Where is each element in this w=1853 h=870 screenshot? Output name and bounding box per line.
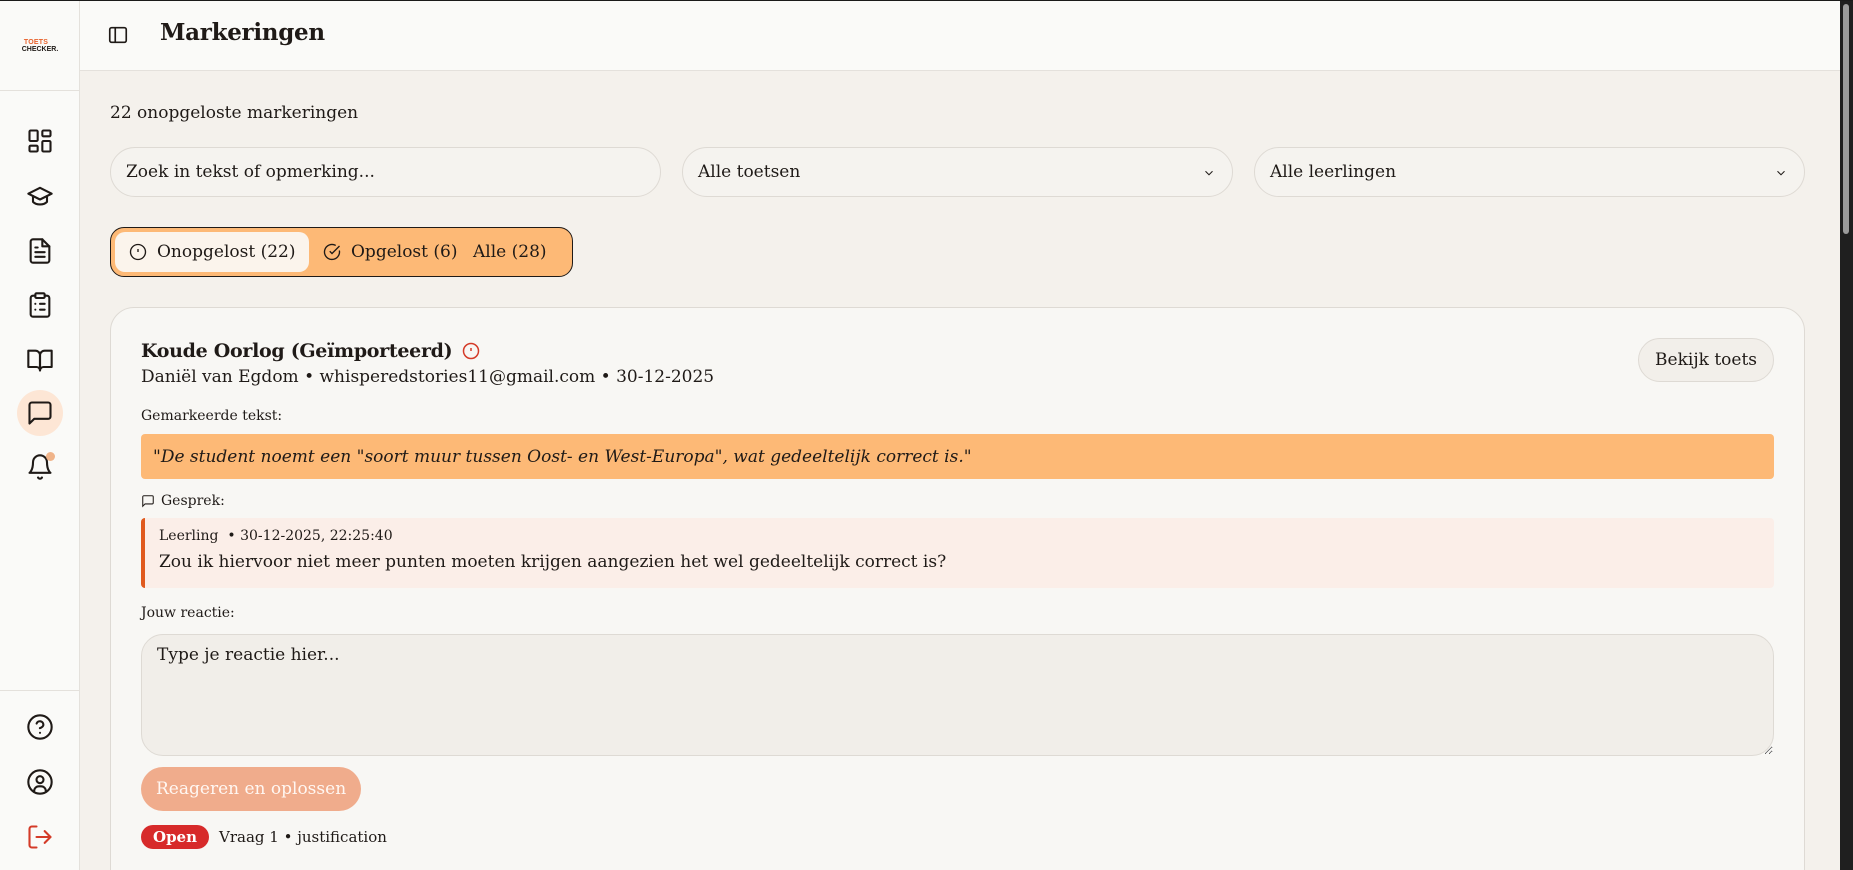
message-timestamp: • 30-12-2025, 22:25:40 — [227, 528, 393, 544]
message-header: Leerling • 30-12-2025, 22:25:40 — [159, 528, 1760, 544]
logo-line-1: TOETS — [23, 38, 49, 46]
book-open-icon — [27, 349, 53, 372]
search-field — [110, 147, 661, 197]
main-content: 22 onopgeloste markeringen Alle toetsen … — [80, 71, 1840, 870]
highlight-label: Gemarkeerde tekst: — [141, 408, 283, 424]
message-text: Zou ik hiervoor niet meer punten moeten … — [159, 552, 947, 572]
header: Markeringen — [80, 1, 1840, 71]
alert-circle-icon — [462, 342, 480, 360]
message-square-icon — [142, 495, 154, 508]
chevron-down-icon — [1202, 165, 1216, 179]
app-window: TOETS CHECKER. Markeringen 22 onopgelost… — [0, 1, 1840, 870]
page-title: Markeringen — [160, 19, 325, 46]
test-filter-value: Alle toetsen — [698, 162, 801, 182]
sidebar-toggle-button[interactable] — [107, 24, 131, 48]
conversation-label-text: Gesprek: — [161, 493, 225, 509]
student-filter-select[interactable]: Alle leerlingen — [1254, 147, 1805, 197]
tab-all[interactable]: Alle (28) — [459, 232, 567, 272]
sidebar-item-account[interactable] — [17, 759, 63, 805]
sidebar-item-tests[interactable] — [17, 228, 63, 274]
conversation-label: Gesprek: — [141, 493, 225, 509]
test-title: Koude Oorlog (Geïmporteerd) — [141, 340, 453, 362]
view-test-button[interactable]: Bekijk toets — [1638, 338, 1774, 382]
marking-card: Koude Oorlog (Geïmporteerd) Daniël van E… — [110, 307, 1805, 870]
message-square-icon — [28, 401, 52, 425]
sidebar-item-logout[interactable] — [17, 814, 63, 860]
logo-line-2: CHECKER. — [21, 45, 59, 53]
sidebar-item-classes[interactable] — [17, 173, 63, 219]
clipboard-list-icon — [29, 292, 51, 318]
student-meta: Daniël van Egdom • whisperedstories11@gm… — [141, 367, 715, 387]
logo: TOETS CHECKER. — [0, 1, 80, 91]
sidebar-item-dashboard[interactable] — [17, 118, 63, 164]
card-footer: Open Vraag 1 • justification — [141, 825, 387, 849]
dashboard-icon — [28, 129, 52, 153]
help-circle-icon — [27, 714, 53, 740]
sidebar-item-help[interactable] — [17, 704, 63, 750]
card-title-row: Koude Oorlog (Geïmporteerd) — [141, 340, 480, 362]
reply-label: Jouw reactie: — [141, 605, 235, 621]
tab-all-label: Alle (28) — [473, 242, 547, 262]
search-input[interactable] — [126, 162, 645, 182]
status-tabs: Onopgelost (22) Opgelost (6) Alle (28) — [110, 227, 573, 277]
student-message: Leerling • 30-12-2025, 22:25:40 Zou ik h… — [141, 518, 1774, 588]
notification-dot — [46, 452, 55, 461]
question-info: Vraag 1 • justification — [219, 828, 387, 846]
sidebar-item-library[interactable] — [17, 337, 63, 383]
user-circle-icon — [27, 769, 53, 795]
student-filter-value: Alle leerlingen — [1270, 162, 1397, 182]
tab-resolved[interactable]: Opgelost (6) — [309, 232, 459, 272]
unresolved-count: 22 onopgeloste markeringen — [110, 103, 359, 123]
scrollbar-thumb[interactable] — [1843, 4, 1849, 234]
status-badge: Open — [141, 825, 210, 849]
panel-left-icon — [108, 26, 128, 44]
highlighted-text: "De student noemt een "soort muur tussen… — [141, 434, 1774, 479]
tab-unresolved[interactable]: Onopgelost (22) — [115, 232, 309, 272]
log-out-icon — [28, 825, 52, 849]
sidebar: TOETS CHECKER. — [0, 1, 80, 870]
graduation-cap-icon — [27, 186, 53, 206]
alert-circle-icon — [129, 243, 147, 261]
check-circle-icon — [323, 243, 341, 261]
tab-resolved-label: Opgelost (6) — [351, 242, 458, 262]
test-filter-select[interactable]: Alle toetsen — [682, 147, 1233, 197]
reply-textarea[interactable] — [141, 634, 1774, 756]
reply-and-resolve-button[interactable]: Reageren en oplossen — [141, 767, 362, 811]
sidebar-item-markings[interactable] — [17, 390, 63, 436]
message-author: Leerling — [159, 528, 219, 544]
sidebar-item-checklists[interactable] — [17, 282, 63, 328]
sidebar-item-notifications[interactable] — [17, 444, 63, 490]
tab-unresolved-label: Onopgelost (22) — [157, 242, 296, 262]
file-text-icon — [29, 238, 51, 264]
chevron-down-icon — [1774, 165, 1788, 179]
